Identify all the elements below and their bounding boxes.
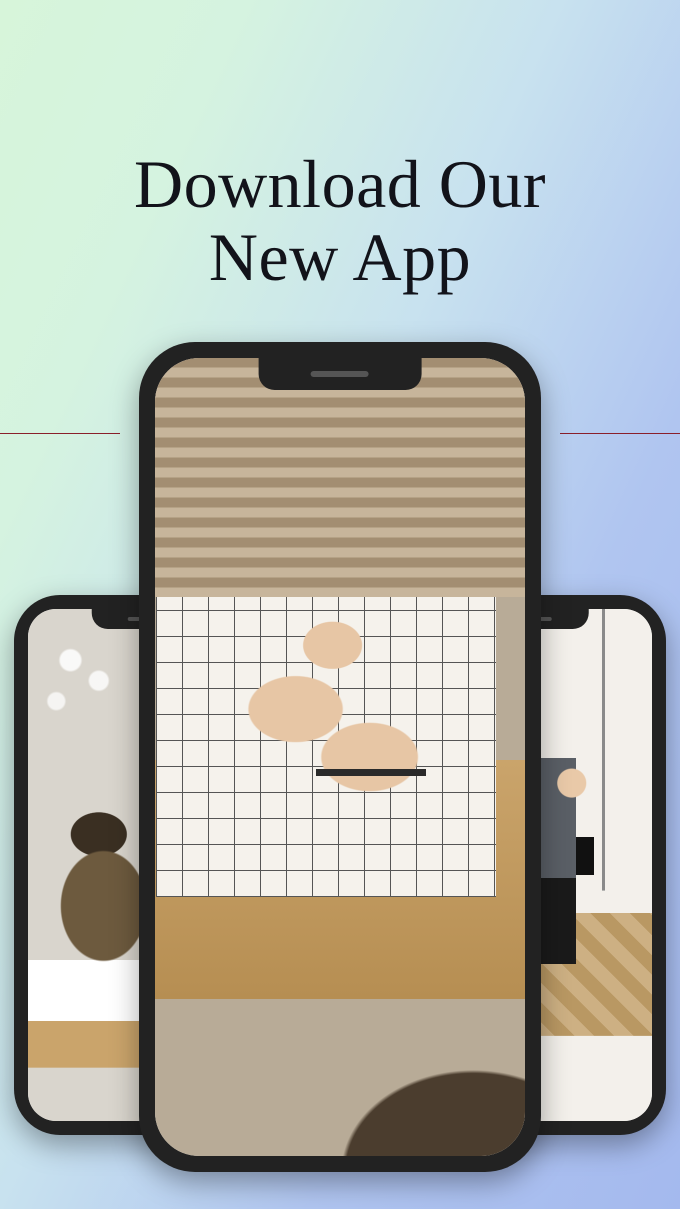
headline-line-1: Download Our <box>134 146 546 222</box>
phone-notch-icon <box>259 358 422 390</box>
headline-line-2: New App <box>209 219 471 295</box>
divider-left <box>0 433 120 434</box>
phone-mockup-front <box>139 342 541 1172</box>
divider-right <box>560 433 680 434</box>
phone-screen-front <box>155 358 525 1156</box>
page-headline: Download Our New App <box>0 148 680 295</box>
screenshot-image-front <box>155 358 525 1156</box>
